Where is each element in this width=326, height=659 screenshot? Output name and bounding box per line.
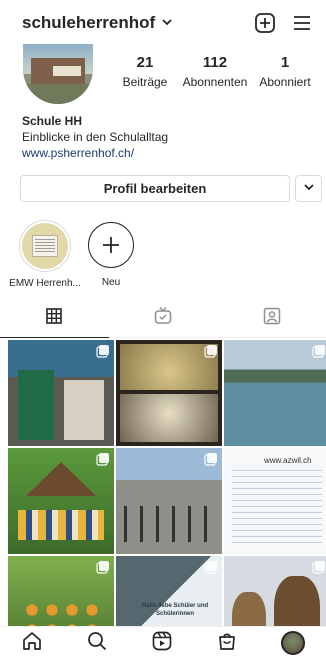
- stat-followers[interactable]: 112 Abonnenten: [180, 54, 250, 89]
- multiple-icon: [312, 344, 326, 363]
- profile-avatar[interactable]: [23, 44, 93, 104]
- post-thumbnail[interactable]: [8, 556, 114, 626]
- profile-tabs: [0, 300, 326, 338]
- tab-igtv[interactable]: [109, 300, 218, 337]
- stat-posts-value: 21: [136, 54, 154, 71]
- stat-following-label: Abonniert: [259, 75, 311, 89]
- shop-icon[interactable]: [216, 630, 238, 657]
- multiple-icon: [204, 452, 218, 471]
- multiple-icon: [96, 452, 110, 471]
- tab-tagged[interactable]: [217, 300, 326, 337]
- profile-avatar-tab[interactable]: [280, 631, 305, 655]
- post-thumbnail[interactable]: [8, 448, 114, 554]
- search-icon[interactable]: [86, 630, 108, 657]
- chevron-down-icon: [303, 180, 315, 198]
- stat-followers-value: 112: [202, 54, 228, 71]
- multiple-icon: [204, 560, 218, 579]
- stat-following-value: 1: [280, 54, 290, 71]
- highlight-cover: [19, 220, 71, 272]
- stat-following[interactable]: 1 Abonniert: [250, 54, 320, 89]
- grid-icon: [45, 307, 63, 330]
- edit-profile-button[interactable]: Profil bearbeiten: [20, 175, 290, 202]
- reels-icon[interactable]: [151, 630, 173, 657]
- post-header-text: www.azwil.ch: [264, 456, 312, 465]
- post-thumbnail[interactable]: [224, 556, 326, 626]
- profile-link[interactable]: www.psherrenhof.ch/: [22, 146, 312, 160]
- plus-icon: [88, 222, 134, 268]
- multiple-icon: [96, 344, 110, 363]
- multiple-icon: [204, 344, 218, 363]
- post-thumbnail[interactable]: [8, 340, 114, 446]
- discover-people-button[interactable]: [295, 175, 322, 202]
- post-thumbnail[interactable]: [116, 448, 222, 554]
- stat-posts-label: Beiträge: [122, 75, 168, 89]
- new-highlight-label: Neu: [101, 277, 121, 288]
- post-thumbnail[interactable]: Hallo liebe Schüler und Schülerinnen: [116, 556, 222, 626]
- bottom-nav: [0, 626, 326, 659]
- stat-posts[interactable]: 21 Beiträge: [110, 54, 180, 89]
- profile-bio: Schule HH Einblicke in den Schulalltag w…: [22, 114, 312, 160]
- new-highlight[interactable]: Neu: [71, 220, 151, 288]
- post-overlay-text: Hallo liebe Schüler und Schülerinnen: [141, 603, 209, 617]
- home-icon[interactable]: [21, 630, 43, 657]
- stat-followers-label: Abonnenten: [182, 75, 248, 89]
- top-bar: schuleherrenhof: [0, 0, 326, 46]
- tab-grid[interactable]: [0, 300, 109, 338]
- post-thumbnail[interactable]: [224, 340, 326, 446]
- tagged-icon: [262, 306, 282, 331]
- igtv-icon: [153, 306, 173, 331]
- username[interactable]: schuleherrenhof: [22, 13, 155, 33]
- multiple-icon: [96, 560, 110, 579]
- profile-description: Einblicke in den Schulalltag: [22, 130, 169, 144]
- menu-icon[interactable]: [292, 14, 312, 32]
- profile-name: Schule HH: [22, 114, 83, 128]
- multiple-icon: [312, 560, 326, 579]
- profile-stats: 21 Beiträge 112 Abonnenten 1 Abonniert: [110, 54, 320, 89]
- post-thumbnail[interactable]: [116, 340, 222, 446]
- posts-grid: www.azwil.ch Hallo liebe Schüler und Sch…: [8, 340, 326, 626]
- chevron-down-icon[interactable]: [161, 16, 173, 31]
- post-thumbnail[interactable]: www.azwil.ch: [224, 448, 326, 554]
- add-post-icon[interactable]: [254, 12, 276, 34]
